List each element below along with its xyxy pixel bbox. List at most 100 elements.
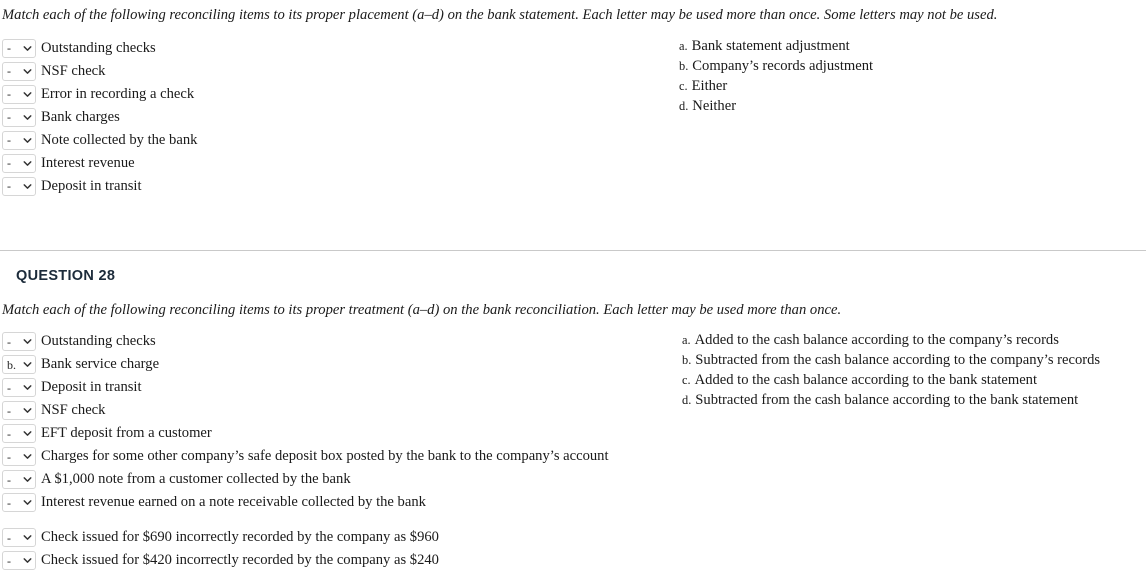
answer-select[interactable]: - <box>2 177 36 196</box>
option-text: Subtracted from the cash balance accordi… <box>695 392 1078 409</box>
question-27-item-list: - Outstanding checks - NSF check <box>2 37 197 198</box>
chevron-down-icon <box>23 182 32 191</box>
match-row[interactable]: - Deposit in transit <box>2 175 197 198</box>
answer-select-value: - <box>7 428 11 440</box>
match-row[interactable]: - Bank charges <box>2 106 197 129</box>
chevron-down-icon <box>23 452 32 461</box>
match-item-label: Outstanding checks <box>41 332 156 351</box>
chevron-down-icon <box>23 360 32 369</box>
answer-select-value: - <box>7 405 11 417</box>
option-item: b. Subtracted from the cash balance acco… <box>682 352 1100 372</box>
answer-select[interactable]: - <box>2 131 36 150</box>
option-text: Company’s records adjustment <box>692 58 873 75</box>
match-item-label: Interest revenue <box>41 154 135 173</box>
chevron-down-icon <box>23 498 32 507</box>
answer-select[interactable]: - <box>2 85 36 104</box>
match-row[interactable]: - Charges for some other company’s safe … <box>2 445 609 468</box>
option-item: d. Neither <box>679 98 873 118</box>
option-item: a. Added to the cash balance according t… <box>682 332 1100 352</box>
match-row[interactable]: - Outstanding checks <box>2 330 609 353</box>
answer-select-value: - <box>7 157 11 169</box>
option-item: c. Either <box>679 78 873 98</box>
chevron-down-icon <box>23 556 32 565</box>
answer-select-value: - <box>7 111 11 123</box>
match-item-label: NSF check <box>41 62 105 81</box>
option-text: Subtracted from the cash balance accordi… <box>695 352 1100 369</box>
option-letter: d. <box>682 393 691 408</box>
answer-select[interactable]: - <box>2 332 36 351</box>
match-row[interactable]: - NSF check <box>2 60 197 83</box>
match-item-label: Charges for some other company’s safe de… <box>41 447 609 466</box>
answer-select-value: - <box>7 88 11 100</box>
match-item-label: Error in recording a check <box>41 85 194 104</box>
question-27-columns: - Outstanding checks - NSF check <box>0 37 1146 210</box>
question-27-block: Match each of the following reconciling … <box>0 0 1146 210</box>
option-item: b. Company’s records adjustment <box>679 58 873 78</box>
match-row[interactable]: - Interest revenue <box>2 152 197 175</box>
chevron-down-icon <box>23 533 32 542</box>
chevron-down-icon <box>23 67 32 76</box>
question-28-option-list: a. Added to the cash balance according t… <box>682 332 1100 412</box>
option-text: Either <box>692 78 728 95</box>
answer-select[interactable]: - <box>2 424 36 443</box>
option-letter: d. <box>679 99 688 114</box>
chevron-down-icon <box>23 136 32 145</box>
answer-select-value: - <box>7 474 11 486</box>
answer-select[interactable]: - <box>2 470 36 489</box>
match-item-label: NSF check <box>41 401 105 420</box>
answer-select[interactable]: - <box>2 401 36 420</box>
answer-select[interactable]: b. <box>2 355 36 374</box>
match-row[interactable]: - NSF check <box>2 399 609 422</box>
answer-select-value: b. <box>7 359 16 371</box>
answer-select[interactable]: - <box>2 493 36 512</box>
answer-select-value: - <box>7 42 11 54</box>
match-item-label: Interest revenue earned on a note receiv… <box>41 493 426 512</box>
answer-select[interactable]: - <box>2 39 36 58</box>
option-item: a. Bank statement adjustment <box>679 38 873 58</box>
option-text: Added to the cash balance according to t… <box>695 372 1037 389</box>
answer-select[interactable]: - <box>2 154 36 173</box>
option-item: d. Subtracted from the cash balance acco… <box>682 392 1100 412</box>
question-28-prompt: Match each of the following reconciling … <box>0 284 1146 320</box>
answer-select-value: - <box>7 532 11 544</box>
option-text: Neither <box>692 98 736 115</box>
match-item-label: Check issued for $420 incorrectly record… <box>41 551 439 570</box>
answer-select-value: - <box>7 336 11 348</box>
option-letter: c. <box>679 79 688 94</box>
match-row[interactable]: - Error in recording a check <box>2 83 197 106</box>
question-27-option-list: a. Bank statement adjustment b. Company’… <box>679 38 873 118</box>
answer-select[interactable]: - <box>2 551 36 570</box>
answer-select[interactable]: - <box>2 378 36 397</box>
match-item-label: A $1,000 note from a customer collected … <box>41 470 351 489</box>
chevron-down-icon <box>23 429 32 438</box>
match-item-label: EFT deposit from a customer <box>41 424 212 443</box>
answer-select[interactable]: - <box>2 108 36 127</box>
answer-select[interactable]: - <box>2 528 36 547</box>
option-text: Bank statement adjustment <box>692 38 850 55</box>
option-letter: c. <box>682 373 691 388</box>
match-row[interactable]: - Check issued for $420 incorrectly reco… <box>2 549 609 572</box>
answer-select[interactable]: - <box>2 447 36 466</box>
option-item: c. Added to the cash balance according t… <box>682 372 1100 392</box>
match-row[interactable]: - Outstanding checks <box>2 37 197 60</box>
match-row[interactable]: - A $1,000 note from a customer collecte… <box>2 468 609 491</box>
chevron-down-icon <box>23 44 32 53</box>
match-item-label: Deposit in transit <box>41 378 142 397</box>
answer-select-value: - <box>7 451 11 463</box>
question-28-columns: - Outstanding checks b. Bank service cha… <box>0 330 1146 580</box>
answer-select-value: - <box>7 497 11 509</box>
option-letter: a. <box>679 39 688 54</box>
match-row[interactable]: b. Bank service charge <box>2 353 609 376</box>
match-row[interactable]: - Deposit in transit <box>2 376 609 399</box>
answer-select[interactable]: - <box>2 62 36 81</box>
answer-select-value: - <box>7 134 11 146</box>
match-row[interactable]: - Check issued for $690 incorrectly reco… <box>2 526 609 549</box>
match-row[interactable]: - Note collected by the bank <box>2 129 197 152</box>
match-item-label: Check issued for $690 incorrectly record… <box>41 528 439 547</box>
page-title: QUESTION 28 <box>0 268 1146 284</box>
match-row[interactable]: - Interest revenue earned on a note rece… <box>2 491 609 514</box>
match-row[interactable]: - EFT deposit from a customer <box>2 422 609 445</box>
chevron-down-icon <box>23 159 32 168</box>
chevron-down-icon <box>23 90 32 99</box>
match-item-label: Outstanding checks <box>41 39 156 58</box>
